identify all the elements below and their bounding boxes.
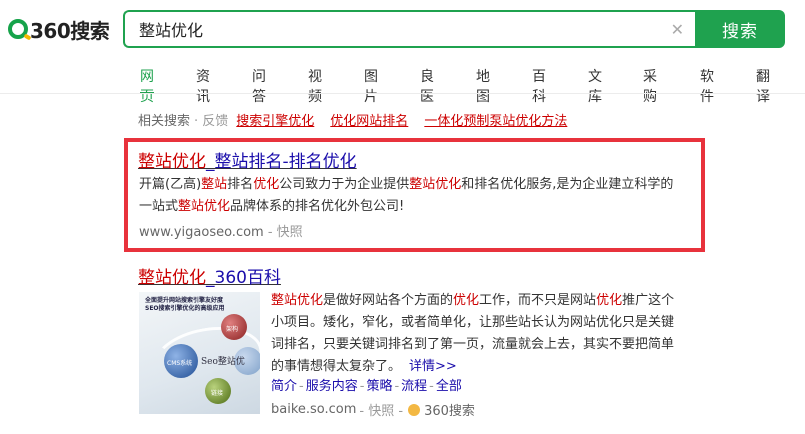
thumb-label: 架构 bbox=[226, 326, 239, 333]
thumb-label: CMS系统 bbox=[167, 360, 193, 367]
result-snippet: 开篇(乙高)整站排名优化公司致力于为企业提供整站优化和排名优化服务,是为企业建立… bbox=[139, 174, 699, 218]
snippet-text: 和排名优化服务,是为企业建立科学的 bbox=[461, 177, 674, 192]
header-divider bbox=[0, 93, 805, 94]
sublink[interactable]: 简介 bbox=[271, 379, 297, 394]
source-label: 360搜索 bbox=[424, 404, 475, 419]
snippet-text: 推广这个 bbox=[622, 293, 675, 308]
result-title[interactable]: 整站优化_整站排名-排名优化 bbox=[138, 147, 357, 172]
keyword-highlight: 优化 bbox=[453, 293, 480, 308]
result-url[interactable]: baike.so.com bbox=[271, 402, 356, 417]
source-badge-icon bbox=[408, 403, 421, 416]
snippet-text: 一站式 bbox=[139, 199, 179, 214]
keyword-highlight: 整站优化 bbox=[271, 293, 324, 308]
result-url[interactable]: www.yigaoseo.com bbox=[139, 225, 264, 240]
sublink[interactable]: 全部 bbox=[436, 379, 462, 394]
snapshot-link[interactable]: - 快照 bbox=[268, 225, 303, 240]
related-searches: 相关搜索 · 反馈 搜索引擎优化 优化网站排名 一体化预制泵站优化方法 bbox=[138, 110, 583, 129]
tab-1[interactable]: 资讯 bbox=[196, 66, 210, 105]
related-link[interactable]: 优化网站排名 bbox=[330, 110, 408, 129]
tab-6[interactable]: 地图 bbox=[476, 66, 490, 105]
tab-3[interactable]: 视频 bbox=[308, 66, 322, 105]
result-title-rest: _360百科 bbox=[206, 268, 281, 288]
snippet-line: 整站优化是做好网站各个方面的优化工作，而不只是网站优化推广这个 bbox=[271, 290, 691, 312]
sublink-separator: - bbox=[359, 379, 365, 394]
keyword-highlight: 整站优化 bbox=[409, 177, 462, 192]
snippet-line: 一站式整站优化品牌体系的排名优化外包公司! bbox=[139, 196, 699, 218]
tab-10[interactable]: 软件 bbox=[700, 66, 714, 105]
result-snippet: 整站优化是做好网站各个方面的优化工作，而不只是网站优化推广这个 小项目。矮化，窄化… bbox=[271, 290, 691, 378]
result-url-line: www.yigaoseo.com - 快照 bbox=[139, 221, 303, 240]
snippet-text: 是做好网站各个方面的 bbox=[323, 293, 454, 308]
keyword-highlight: 优化 bbox=[253, 177, 280, 192]
sublink-separator: - bbox=[299, 379, 304, 394]
search-box[interactable]: ✕ bbox=[123, 10, 696, 48]
snippet-text: 工作，而不只是网站 bbox=[479, 293, 597, 308]
result-url-line: baike.so.com - 快照 - 360搜索 bbox=[271, 400, 475, 419]
result-title-rest: _整站排名-排名优化 bbox=[206, 152, 357, 172]
thumb-caption-line: 全面提升网站搜索引擎友好度 bbox=[145, 297, 224, 304]
tab-9[interactable]: 采购 bbox=[643, 66, 657, 105]
logo-360[interactable]: 360搜索 bbox=[8, 15, 110, 43]
sublink-separator: - bbox=[429, 379, 434, 394]
sublink[interactable]: 服务内容 bbox=[306, 379, 358, 394]
snippet-text: 品牌体系的排名优化外包公司! bbox=[230, 199, 405, 214]
snippet-line: 开篇(乙高)整站排名优化公司致力于为企业提供整站优化和排名优化服务,是为企业建立… bbox=[139, 174, 699, 196]
tab-8[interactable]: 文库 bbox=[588, 66, 602, 105]
tab-5[interactable]: 良医 bbox=[420, 66, 434, 105]
logo-text: 360搜索 bbox=[30, 18, 110, 43]
sublink[interactable]: 流程 bbox=[401, 379, 427, 394]
snippet-text: 排名 bbox=[227, 177, 254, 192]
snapshot-link[interactable]: - 快照 - bbox=[359, 400, 403, 419]
result-sublinks: 简介 - 服务内容 - 策略 - 流程 - 全部 bbox=[271, 375, 462, 394]
thumb-label: Seo整站优 bbox=[201, 357, 245, 367]
thumb-caption: 全面提升网站搜索引擎友好度 SEO搜索引擎优化的高级应用 bbox=[145, 297, 225, 313]
result-title-keyword: 整站优化 bbox=[138, 268, 206, 288]
tab-7[interactable]: 百科 bbox=[532, 66, 546, 105]
feedback-link[interactable]: · 反馈 bbox=[194, 110, 228, 129]
snippet-text: 的事情想得太复杂了。 bbox=[271, 359, 402, 374]
search-input[interactable] bbox=[139, 19, 639, 39]
tab-0[interactable]: 网页 bbox=[140, 66, 154, 105]
related-label: 相关搜索 bbox=[138, 114, 191, 129]
sublink[interactable]: 策略 bbox=[366, 379, 392, 394]
snippet-text: 开篇(乙高) bbox=[139, 177, 202, 192]
related-link[interactable]: 搜索引擎优化 bbox=[236, 110, 314, 129]
tab-2[interactable]: 问答 bbox=[252, 66, 266, 105]
search-button[interactable]: 搜索 bbox=[695, 10, 785, 48]
snippet-line: 词排名，只要关键词排名到了第一页，流量就会上去，其实不要把简单 bbox=[271, 334, 691, 356]
result-title-keyword: 整站优化 bbox=[138, 152, 206, 172]
related-link[interactable]: 一体化预制泵站优化方法 bbox=[424, 110, 567, 129]
tab-11[interactable]: 翻译 bbox=[756, 66, 770, 105]
thumb-label: 链接 bbox=[211, 390, 224, 397]
thumb-caption-line: SEO搜索引擎优化的高级应用 bbox=[145, 305, 225, 312]
snippet-text: 公司致力于为企业提供 bbox=[279, 177, 410, 192]
logo-ring-icon bbox=[8, 19, 28, 39]
result-title[interactable]: 整站优化_360百科 bbox=[138, 263, 281, 288]
clear-icon[interactable]: ✕ bbox=[671, 20, 684, 39]
keyword-highlight: 整站 bbox=[201, 177, 228, 192]
keyword-highlight: 整站优化 bbox=[178, 199, 231, 214]
keyword-highlight: 优化 bbox=[596, 293, 623, 308]
snippet-line: 小项目。矮化，窄化，或者简单化，让那些站长认为网站优化只是关键 bbox=[271, 312, 691, 334]
snippet-text: 小项目。矮化，窄化，或者简单化，让那些站长认为网站优化只是关键 bbox=[271, 315, 675, 330]
snippet-text: 词排名，只要关键词排名到了第一页，流量就会上去，其实不要把简单 bbox=[271, 337, 675, 352]
result-thumbnail[interactable]: 全面提升网站搜索引擎友好度 SEO搜索引擎优化的高级应用 架构 CMS系统 Seo… bbox=[139, 292, 260, 414]
sublink-separator: - bbox=[394, 379, 400, 394]
tab-4[interactable]: 图片 bbox=[364, 66, 378, 105]
detail-link[interactable]: 详情>> bbox=[409, 359, 457, 374]
